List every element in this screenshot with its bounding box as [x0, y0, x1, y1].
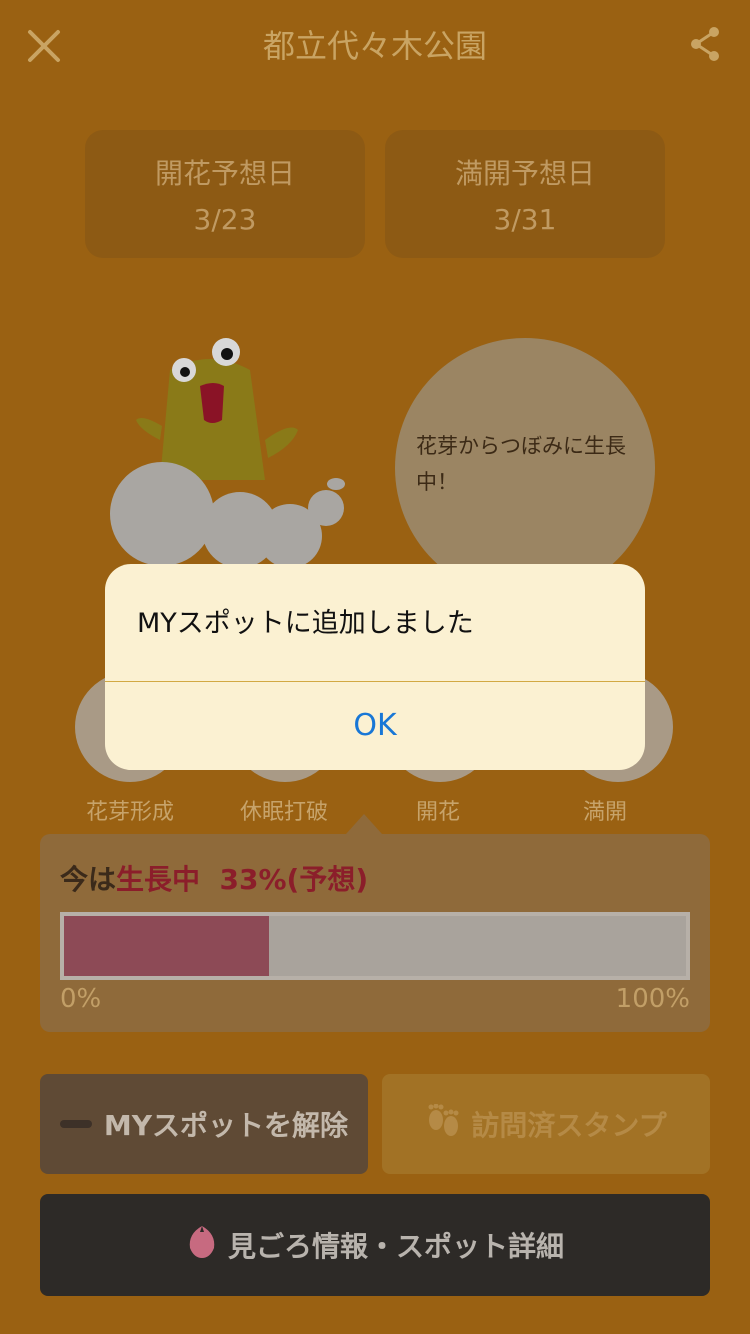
- visited-stamp-label: 訪問済スタンプ: [471, 1109, 667, 1142]
- share-icon[interactable]: [688, 24, 724, 64]
- minus-icon: [59, 1120, 92, 1128]
- growth-status-label: 生長中: [116, 863, 201, 896]
- stage-label-bud-formation: 花芽形成: [85, 800, 174, 825]
- app-screen: 都立代々木公園 開花予想日 3/23 満開予想日 3/31 花芽からつぼみに生長…: [0, 0, 750, 1334]
- page-title: 都立代々木公園: [262, 27, 487, 65]
- remove-my-spot-label: MYスポットを解除: [103, 1109, 349, 1142]
- alert-ok-button[interactable]: OK: [105, 682, 645, 770]
- progress-max-label: 100%: [615, 984, 690, 1014]
- progress-bar-fill: [64, 916, 270, 976]
- spot-details-button[interactable]: 見ごろ情報・スポット詳細: [40, 1194, 710, 1296]
- alert-message: MYスポットに追加しました: [137, 608, 474, 639]
- bloom-forecast-label: 開花予想日: [154, 157, 295, 190]
- bloom-forecast-card: 開花予想日 3/23: [85, 130, 365, 258]
- footprints-icon: [425, 1103, 461, 1145]
- alert-dialog: MYスポットに追加しました OK: [105, 564, 645, 770]
- speech-bubble-text: 花芽からつぼみに生長中！: [416, 434, 626, 494]
- spot-details-label: 見ごろ情報・スポット詳細: [227, 1230, 564, 1263]
- growth-status: 今は生長中 33%(予想): [60, 860, 368, 900]
- full-bloom-forecast-date: 3/31: [493, 203, 557, 236]
- sakura-petal-icon: [186, 1224, 218, 1267]
- progress-bar: [60, 912, 690, 980]
- remove-my-spot-button[interactable]: MYスポットを解除: [40, 1074, 368, 1174]
- full-bloom-forecast-label: 満開予想日: [454, 157, 595, 190]
- growth-status-prefix: 今は: [60, 863, 117, 896]
- mascot-illustration: [100, 330, 360, 580]
- bloom-forecast-date: 3/23: [193, 203, 257, 236]
- stage-label-blooming: 開花: [415, 800, 460, 825]
- visited-stamp-button[interactable]: 訪問済スタンプ: [382, 1074, 710, 1174]
- stage-label-dormancy-break: 休眠打破: [239, 800, 328, 825]
- stage-label-full-bloom: 満開: [582, 800, 627, 825]
- full-bloom-forecast-card: 満開予想日 3/31: [385, 130, 665, 258]
- progress-min-label: 0%: [60, 984, 102, 1014]
- current-stage-pointer: [346, 814, 382, 834]
- growth-percent: 33%(予想): [219, 863, 369, 896]
